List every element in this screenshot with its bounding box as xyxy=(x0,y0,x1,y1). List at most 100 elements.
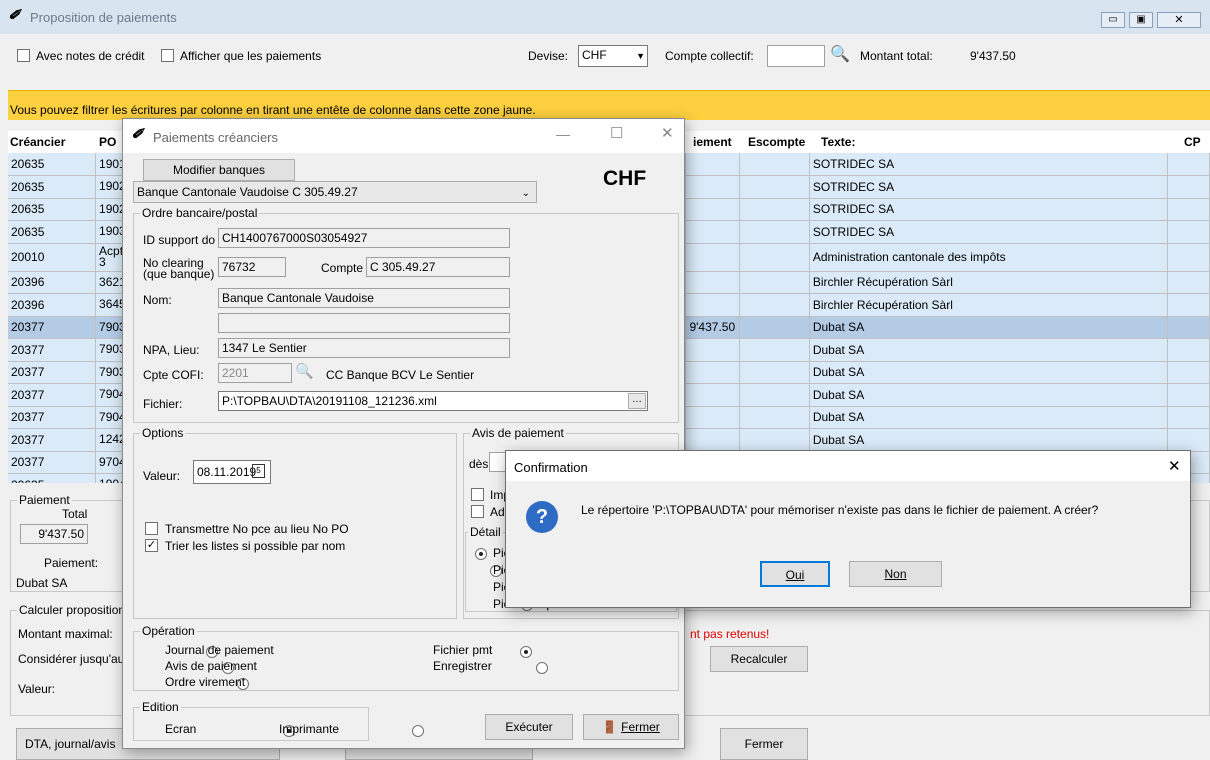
compte-input[interactable] xyxy=(767,45,825,67)
col-paiement[interactable]: iement xyxy=(693,135,732,149)
calendar-icon[interactable]: 5 xyxy=(252,464,265,478)
filter-hint-zone[interactable]: Vous pouvez filtrer les écritures par co… xyxy=(8,90,1210,120)
cell-cp[interactable] xyxy=(1167,198,1210,221)
col-escompte[interactable]: Escompte xyxy=(748,135,805,149)
cell-cp[interactable] xyxy=(1167,428,1210,452)
trier-checkbox[interactable]: ✓ xyxy=(145,539,158,552)
cell-creancier[interactable]: 20635 xyxy=(8,220,97,244)
cell-paiement[interactable]: 9'437.50 xyxy=(685,316,741,339)
only-payments-checkbox[interactable] xyxy=(161,49,174,62)
fichier-input[interactable]: P:\TOPBAU\DTA\20191108_121236.xml xyxy=(218,391,648,411)
cell-creancier[interactable]: 20377 xyxy=(8,383,97,407)
cell-paiement[interactable] xyxy=(685,406,741,429)
cell-creancier[interactable]: 20635 xyxy=(8,198,97,221)
col-po[interactable]: PO xyxy=(99,135,116,149)
col-cp[interactable]: CP xyxy=(1184,135,1201,149)
close-button[interactable]: ✕ xyxy=(1157,12,1201,28)
cell-cp[interactable] xyxy=(1167,383,1210,407)
cell-creancier[interactable]: 20635 xyxy=(8,153,97,176)
cell-escompte[interactable] xyxy=(739,243,810,272)
cell-creancier[interactable]: 20635 xyxy=(8,175,97,199)
cell-texte[interactable]: SOTRIDEC SA xyxy=(809,153,1169,176)
minimize-button[interactable]: ▭ xyxy=(1101,12,1125,28)
cell-creancier[interactable]: 20377 xyxy=(8,361,97,384)
cell-escompte[interactable] xyxy=(739,198,810,221)
browse-button[interactable]: … xyxy=(628,393,646,409)
cofi-field[interactable]: 2201 xyxy=(218,363,292,383)
cell-escompte[interactable] xyxy=(739,175,810,199)
maximize-button[interactable]: ▣ xyxy=(1129,12,1153,28)
cell-paiement[interactable] xyxy=(685,361,741,384)
dialog-close-button[interactable]: ✕ xyxy=(661,124,674,142)
pie1-radio[interactable] xyxy=(475,547,487,560)
cell-creancier[interactable]: 20377 xyxy=(8,338,97,362)
col-creancier[interactable]: Créancier xyxy=(10,135,65,149)
cell-texte[interactable]: Dubat SA xyxy=(809,383,1169,407)
cell-creancier[interactable]: 20377 xyxy=(8,406,97,429)
cell-creancier[interactable]: 20377 xyxy=(8,451,97,474)
cell-texte[interactable]: Dubat SA xyxy=(809,428,1169,452)
col-texte[interactable]: Texte: xyxy=(821,135,855,149)
cell-escompte[interactable] xyxy=(739,293,810,317)
dialog-maximize-button[interactable]: ☐ xyxy=(610,124,623,142)
cell-texte[interactable]: SOTRIDEC SA xyxy=(809,220,1169,244)
cell-texte[interactable]: SOTRIDEC SA xyxy=(809,198,1169,221)
cell-texte[interactable]: Dubat SA xyxy=(809,361,1169,384)
cell-cp[interactable] xyxy=(1167,271,1210,294)
op-enreg-radio[interactable] xyxy=(535,661,548,674)
ed-imprimante-radio[interactable] xyxy=(412,724,425,737)
cell-paiement[interactable] xyxy=(685,338,741,362)
cell-creancier[interactable]: 20635 xyxy=(8,473,97,483)
cell-creancier[interactable]: 20396 xyxy=(8,271,97,294)
cell-paiement[interactable] xyxy=(685,293,741,317)
cell-escompte[interactable] xyxy=(739,271,810,294)
cell-cp[interactable] xyxy=(1167,243,1210,272)
cell-paiement[interactable] xyxy=(685,220,741,244)
cell-cp[interactable] xyxy=(1167,361,1210,384)
cell-escompte[interactable] xyxy=(739,153,810,176)
cell-paiement[interactable] xyxy=(685,271,741,294)
cell-cp[interactable] xyxy=(1167,293,1210,317)
cell-paiement[interactable] xyxy=(685,428,741,452)
cell-texte[interactable]: Dubat SA xyxy=(809,406,1169,429)
cell-paiement[interactable] xyxy=(685,198,741,221)
cell-cp[interactable] xyxy=(1167,220,1210,244)
cell-paiement[interactable] xyxy=(685,175,741,199)
dialog-fermer-button[interactable]: 🚪 Fermer xyxy=(583,714,679,740)
cell-cp[interactable] xyxy=(1167,316,1210,339)
non-button[interactable]: Non xyxy=(849,561,942,587)
cell-paiement[interactable] xyxy=(685,383,741,407)
modify-banks-button[interactable]: Modifier banques xyxy=(143,159,295,181)
cell-escompte[interactable] xyxy=(739,338,810,362)
cell-cp[interactable] xyxy=(1167,406,1210,429)
bank-select[interactable]: Banque Cantonale Vaudoise C 305.49.27 ⌄ xyxy=(133,181,537,203)
cell-escompte[interactable] xyxy=(739,428,810,452)
cell-creancier[interactable]: 20377 xyxy=(8,316,97,339)
cell-texte[interactable]: Administration cantonale des impôts xyxy=(809,243,1169,272)
cell-escompte[interactable] xyxy=(739,220,810,244)
search-icon[interactable]: 🔍 xyxy=(295,362,314,380)
cell-escompte[interactable] xyxy=(739,406,810,429)
devise-select[interactable]: CHF ▼ xyxy=(578,45,648,67)
cell-texte[interactable]: SOTRIDEC SA xyxy=(809,175,1169,199)
cell-escompte[interactable] xyxy=(739,383,810,407)
cell-texte[interactable]: Birchler Récupération Sàrl xyxy=(809,271,1169,294)
oui-button[interactable]: Oui xyxy=(760,561,830,587)
cell-paiement[interactable] xyxy=(685,153,741,176)
credit-notes-checkbox[interactable] xyxy=(17,49,30,62)
cell-cp[interactable] xyxy=(1167,153,1210,176)
cell-texte[interactable]: Birchler Récupération Sàrl xyxy=(809,293,1169,317)
cell-paiement[interactable] xyxy=(685,243,741,272)
cell-creancier[interactable]: 20010 xyxy=(8,243,97,272)
cell-creancier[interactable]: 20396 xyxy=(8,293,97,317)
main-close-button[interactable]: Fermer xyxy=(720,728,808,760)
executer-button[interactable]: Exécuter xyxy=(485,714,573,740)
cell-escompte[interactable] xyxy=(739,361,810,384)
transmettre-checkbox[interactable] xyxy=(145,522,158,535)
confirm-close-button[interactable]: ✕ xyxy=(1168,457,1181,475)
search-icon[interactable]: 🔍 xyxy=(830,44,850,64)
cell-escompte[interactable] xyxy=(739,316,810,339)
cell-texte[interactable]: Dubat SA xyxy=(809,338,1169,362)
cell-cp[interactable] xyxy=(1167,338,1210,362)
cell-creancier[interactable]: 20377 xyxy=(8,428,97,452)
